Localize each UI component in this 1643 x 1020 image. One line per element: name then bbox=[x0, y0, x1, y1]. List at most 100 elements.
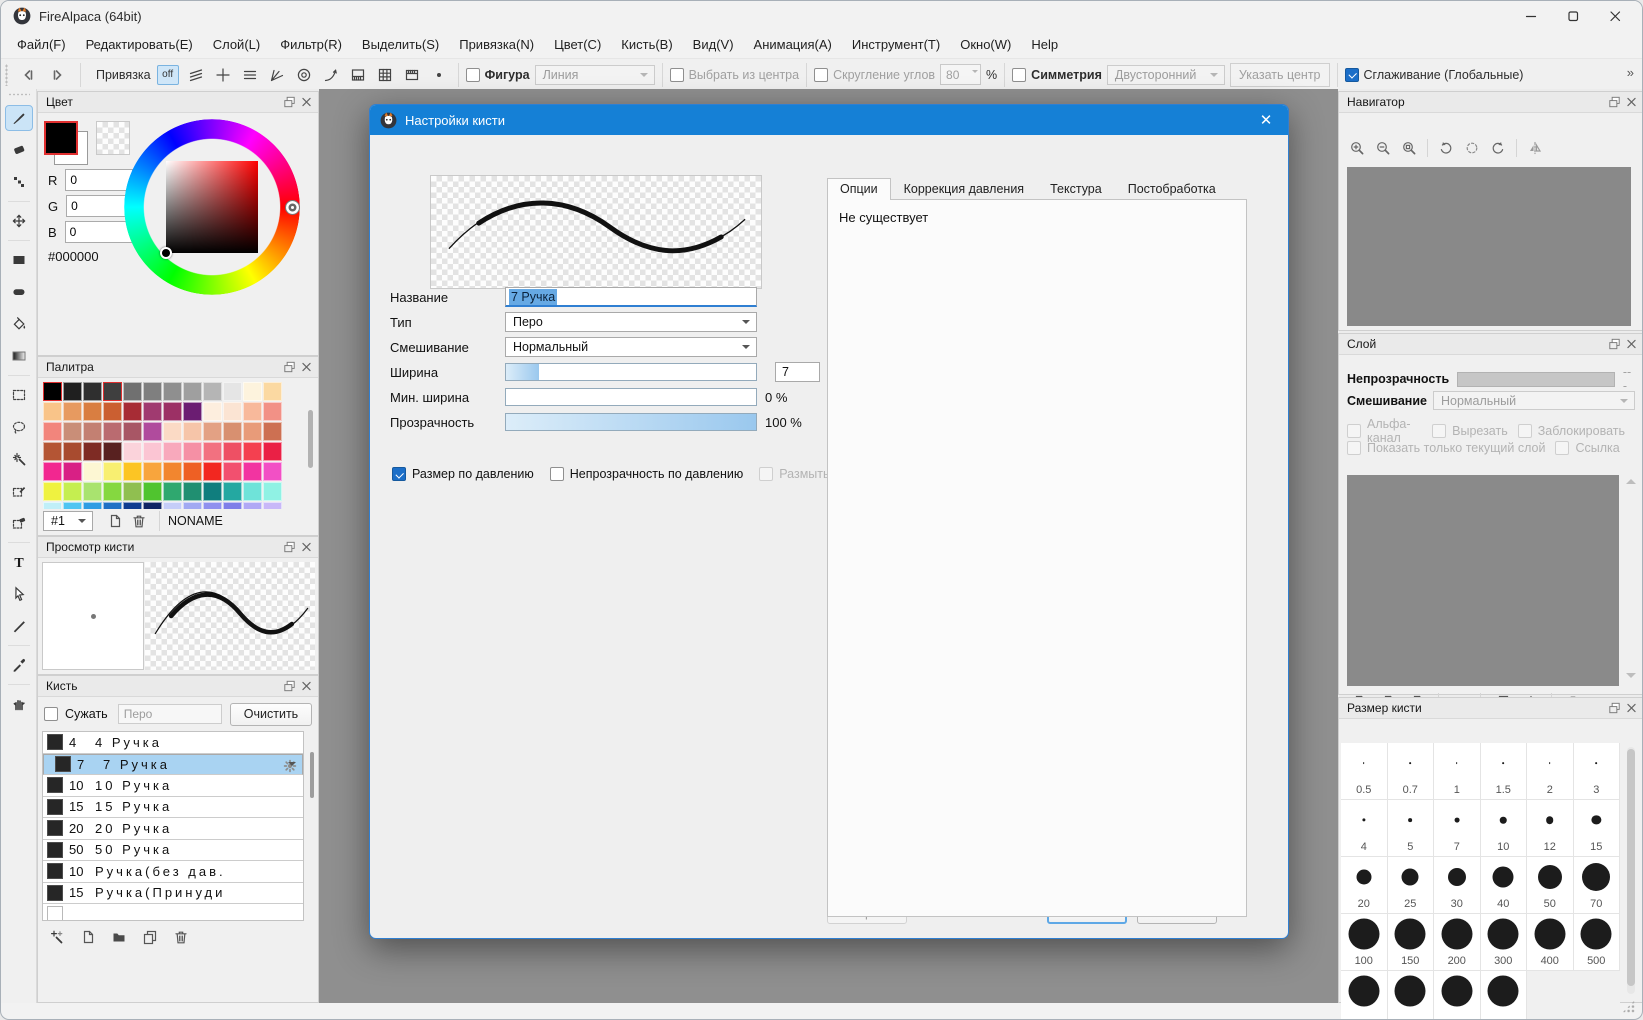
brush-item[interactable]: 1515 Ручка bbox=[43, 797, 303, 819]
next-button[interactable] bbox=[43, 62, 73, 88]
brush-size-cell[interactable] bbox=[1388, 971, 1435, 1020]
divide-tool-icon[interactable] bbox=[5, 613, 33, 639]
palette-swatch[interactable] bbox=[243, 482, 262, 501]
brush-size-cell[interactable]: 1.5 bbox=[1481, 743, 1528, 800]
menu-item-9[interactable]: Анимация(A) bbox=[744, 33, 842, 57]
brush-size-cell[interactable]: 150 bbox=[1388, 914, 1435, 971]
brush-size-cell[interactable]: 500 bbox=[1574, 914, 1621, 971]
brush-filter-input[interactable] bbox=[118, 704, 222, 724]
palette-swatch[interactable] bbox=[223, 442, 242, 461]
palette-swatch[interactable] bbox=[103, 382, 122, 401]
brush-size-cell[interactable]: 0.7 bbox=[1388, 743, 1435, 800]
palette-swatch[interactable] bbox=[123, 422, 142, 441]
width-slider[interactable] bbox=[505, 363, 757, 381]
min-width-slider[interactable] bbox=[505, 388, 757, 406]
shape-checkbox[interactable] bbox=[466, 68, 480, 82]
brush-size-cell[interactable]: 12 bbox=[1527, 800, 1574, 857]
palette-swatch[interactable] bbox=[243, 422, 262, 441]
float-panel-icon[interactable] bbox=[282, 540, 297, 555]
palette-swatch[interactable] bbox=[223, 402, 242, 421]
b-input[interactable] bbox=[65, 221, 133, 243]
brush-size-cell[interactable]: 30 bbox=[1434, 857, 1481, 914]
palette-swatch[interactable] bbox=[143, 402, 162, 421]
palette-swatch[interactable] bbox=[183, 402, 202, 421]
snap-radial-icon[interactable] bbox=[265, 63, 289, 87]
zoom-fit-icon[interactable] bbox=[1397, 137, 1421, 159]
palette-swatch[interactable] bbox=[123, 382, 142, 401]
snap-horizontal-icon[interactable] bbox=[238, 63, 262, 87]
checkbox[interactable] bbox=[550, 467, 564, 481]
palette-swatch[interactable] bbox=[63, 422, 82, 441]
hue-marker[interactable] bbox=[285, 200, 300, 215]
narrow-checkbox[interactable] bbox=[44, 707, 58, 721]
close-button[interactable] bbox=[1594, 2, 1636, 30]
flip-horizontal-icon[interactable] bbox=[1523, 137, 1547, 159]
brush-item[interactable]: 77 Ручка bbox=[43, 754, 303, 776]
brush-size-cell[interactable]: 15 bbox=[1574, 800, 1621, 857]
fill-rect-tool-icon[interactable] bbox=[5, 247, 33, 273]
menu-item-3[interactable]: Фильтр(R) bbox=[270, 33, 352, 57]
float-panel-icon[interactable] bbox=[1607, 95, 1622, 110]
symmetry-select[interactable]: Двусторонний bbox=[1107, 65, 1225, 85]
close-panel-icon[interactable] bbox=[299, 95, 314, 110]
palette-swatch[interactable] bbox=[163, 442, 182, 461]
brush-size-cell[interactable]: 50 bbox=[1527, 857, 1574, 914]
brush-size-cell[interactable]: 0.5 bbox=[1341, 743, 1388, 800]
transparent-color-swatch[interactable] bbox=[96, 121, 130, 155]
rotate-reset-icon[interactable] bbox=[1460, 137, 1484, 159]
set-center-button[interactable]: Указать центр bbox=[1230, 63, 1330, 87]
minimize-button[interactable] bbox=[1510, 2, 1552, 30]
palette-swatch[interactable] bbox=[223, 422, 242, 441]
palette-swatch[interactable] bbox=[263, 462, 282, 481]
trash-icon[interactable] bbox=[127, 510, 151, 532]
brush-item[interactable]: 44 Ручка bbox=[43, 732, 303, 754]
palette-swatch[interactable] bbox=[223, 482, 242, 501]
palette-swatch[interactable] bbox=[43, 422, 62, 441]
palette-swatch[interactable] bbox=[223, 502, 242, 509]
toolbar-overflow-chevron[interactable]: » bbox=[1627, 65, 1634, 80]
palette-swatch[interactable] bbox=[83, 462, 102, 481]
palette-swatch[interactable] bbox=[183, 482, 202, 501]
select-rect-tool-icon[interactable] bbox=[5, 382, 33, 408]
float-panel-icon[interactable] bbox=[282, 679, 297, 694]
saturation-value-square[interactable] bbox=[166, 161, 258, 253]
shape-select[interactable]: Линия bbox=[535, 65, 655, 85]
brush-size-cell[interactable]: 70 bbox=[1574, 857, 1621, 914]
palette-swatch[interactable] bbox=[123, 402, 142, 421]
checkbox[interactable] bbox=[1432, 424, 1446, 438]
brush-size-cell[interactable] bbox=[1481, 971, 1528, 1020]
palette-swatch[interactable] bbox=[143, 502, 162, 509]
palette-swatch[interactable] bbox=[163, 462, 182, 481]
center-pick-checkbox[interactable] bbox=[670, 68, 684, 82]
brush-list-scrollbar[interactable] bbox=[310, 752, 314, 798]
palette-swatch[interactable] bbox=[83, 422, 102, 441]
checkbox[interactable] bbox=[1518, 424, 1532, 438]
select-erase-tool-icon[interactable] bbox=[5, 510, 33, 536]
palette-swatch[interactable] bbox=[203, 442, 222, 461]
close-panel-icon[interactable] bbox=[1624, 701, 1639, 716]
palette-swatch[interactable] bbox=[103, 502, 122, 509]
bucket-tool-icon[interactable] bbox=[5, 311, 33, 337]
brush-size-cell[interactable] bbox=[1341, 971, 1388, 1020]
scroll-up-icon[interactable] bbox=[1626, 479, 1636, 484]
snap-dot-icon[interactable] bbox=[427, 63, 451, 87]
checkbox[interactable] bbox=[759, 467, 773, 481]
toolstrip-drag-handle[interactable] bbox=[8, 93, 30, 96]
menu-item-7[interactable]: Кисть(B) bbox=[611, 33, 682, 57]
checkbox[interactable] bbox=[1347, 424, 1361, 438]
toolbar-drag-handle[interactable] bbox=[5, 64, 8, 86]
r-input[interactable] bbox=[65, 169, 133, 191]
brush-size-cell[interactable]: 3 bbox=[1574, 743, 1621, 800]
new-page-icon[interactable] bbox=[103, 510, 127, 532]
layer-blend-select[interactable]: Нормальный bbox=[1433, 391, 1635, 410]
brush-size-cell[interactable]: 20 bbox=[1341, 857, 1388, 914]
palette-swatch[interactable] bbox=[83, 502, 102, 509]
tab-0[interactable]: Опции bbox=[827, 178, 891, 200]
palette-swatch[interactable] bbox=[43, 502, 62, 509]
menu-item-10[interactable]: Инструмент(T) bbox=[842, 33, 950, 57]
palette-swatch[interactable] bbox=[43, 382, 62, 401]
palette-swatch[interactable] bbox=[183, 442, 202, 461]
zoom-out-icon[interactable] bbox=[1371, 137, 1395, 159]
magic-wand-tool-icon[interactable] bbox=[5, 446, 33, 472]
brush-size-cell[interactable]: 2 bbox=[1527, 743, 1574, 800]
